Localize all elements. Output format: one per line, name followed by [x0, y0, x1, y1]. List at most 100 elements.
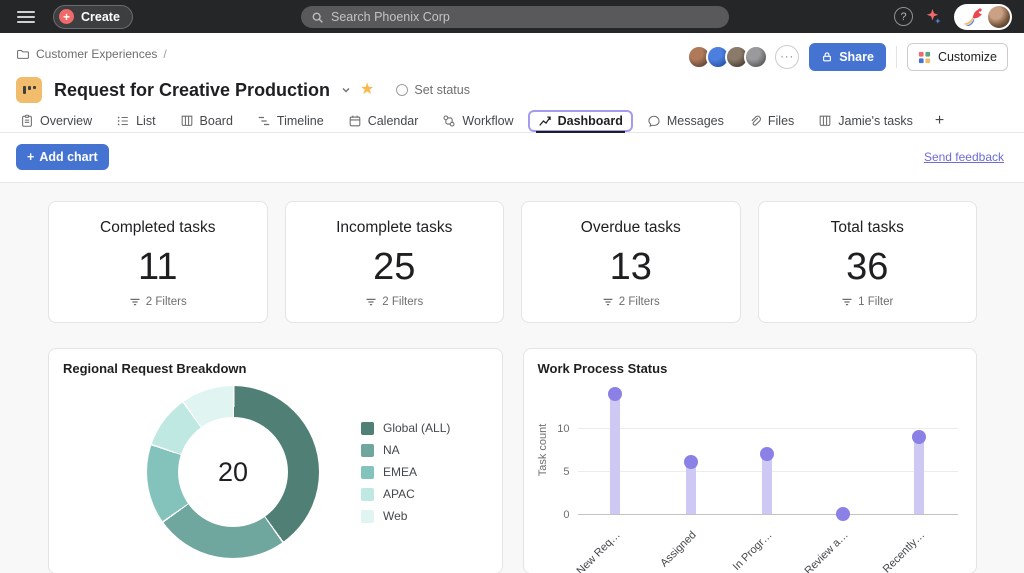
stat-filters: 1 Filter: [841, 296, 893, 308]
stat-title: Overdue tasks: [581, 219, 681, 237]
tab-board[interactable]: Board: [170, 110, 243, 132]
x-tick-label: Review a…: [769, 525, 843, 543]
lollipop-stem: [610, 394, 620, 514]
lollipop-dot[interactable]: [760, 447, 774, 461]
legend-label: APAC: [383, 487, 415, 501]
lollipop-dot[interactable]: [608, 387, 622, 401]
lollipop-stem: [762, 454, 772, 514]
legend-swatch: [361, 444, 374, 457]
stat-filters: 2 Filters: [365, 296, 423, 308]
stat-filters: 2 Filters: [602, 296, 660, 308]
favorite-star-icon[interactable]: ★: [360, 82, 374, 98]
stat-title: Total tasks: [831, 219, 904, 237]
user-pill[interactable]: [954, 4, 1012, 30]
stat-filters: 2 Filters: [129, 296, 187, 308]
stat-card-completed-tasks[interactable]: Completed tasks112 Filters: [48, 201, 268, 323]
add-chart-label: Add chart: [39, 150, 97, 164]
lollipop-stem: [914, 437, 924, 514]
send-feedback-link[interactable]: Send feedback: [924, 150, 1004, 164]
tab-overview[interactable]: Overview: [10, 110, 102, 132]
stat-title: Completed tasks: [100, 219, 215, 237]
stat-card-total-tasks[interactable]: Total tasks361 Filter: [758, 201, 978, 323]
phoenix-logo-icon: [960, 6, 986, 28]
donut-ring: 20: [147, 386, 319, 558]
legend-swatch: [361, 422, 374, 435]
plus-icon: +: [27, 150, 34, 164]
legend-label: Global (ALL): [383, 421, 450, 435]
tab-dashboard[interactable]: Dashboard: [528, 110, 633, 132]
breadcrumb-team[interactable]: Customer Experiences: [36, 47, 157, 61]
user-avatar: [988, 6, 1010, 28]
create-button-label: Create: [81, 10, 120, 24]
chat-icon: [647, 114, 661, 128]
legend-label: Web: [383, 509, 407, 523]
stat-card-overdue-tasks[interactable]: Overdue tasks132 Filters: [521, 201, 741, 323]
avatar-member-4[interactable]: [744, 45, 768, 69]
plus-icon: +: [59, 9, 74, 24]
legend-item: APAC: [361, 487, 450, 501]
legend-swatch: [361, 488, 374, 501]
dashboard-toolbar: + Add chart Send feedback: [0, 133, 1024, 183]
tab-workflow[interactable]: Workflow: [432, 110, 523, 132]
lollipop-dot[interactable]: [836, 507, 850, 521]
lollipop-chart-card[interactable]: Work Process Status Task count 0510New R…: [523, 348, 978, 573]
donut-chart-card[interactable]: Regional Request Breakdown 20 Global (AL…: [48, 348, 503, 573]
help-button[interactable]: ?: [894, 7, 913, 26]
lock-icon: [821, 51, 833, 63]
project-header: Customer Experiences / ··· Share: [0, 33, 1024, 183]
x-tick-label: Assigned: [617, 525, 691, 543]
filter-icon: [602, 296, 614, 308]
donut-chart-title: Regional Request Breakdown: [63, 361, 246, 376]
stat-value: 25: [373, 248, 415, 286]
tab-list[interactable]: List: [106, 110, 165, 132]
filter-icon: [365, 296, 377, 308]
search-icon: [311, 11, 324, 24]
lollipop-dot[interactable]: [912, 430, 926, 444]
lollipop-chart-title: Work Process Status: [538, 361, 668, 376]
share-button[interactable]: Share: [809, 43, 886, 71]
project-icon[interactable]: [16, 77, 42, 103]
breadcrumb[interactable]: Customer Experiences /: [16, 43, 167, 61]
legend-label: NA: [383, 443, 400, 457]
divider: [896, 46, 897, 68]
avatar-overflow-button[interactable]: ···: [775, 45, 799, 69]
sidebar-toggle-icon[interactable]: [17, 11, 35, 23]
tab-files[interactable]: Files: [738, 110, 804, 132]
set-status-button[interactable]: Set status: [396, 83, 470, 97]
stats-grid: Completed tasks112 FiltersIncomplete tas…: [48, 201, 977, 323]
folder-icon: [16, 47, 30, 61]
ai-sparkle-icon[interactable]: [925, 8, 942, 25]
list-icon: [116, 114, 130, 128]
create-button[interactable]: + Create: [53, 5, 133, 29]
breadcrumb-separator: /: [163, 47, 166, 61]
set-status-label: Set status: [414, 83, 470, 97]
stat-title: Incomplete tasks: [336, 219, 452, 237]
tab-timeline[interactable]: Timeline: [247, 110, 334, 132]
chevron-down-icon[interactable]: [340, 84, 352, 96]
tab-messages[interactable]: Messages: [637, 110, 734, 132]
global-search[interactable]: [301, 6, 729, 28]
tab-jamie-s-tasks[interactable]: Jamie's tasks: [808, 110, 923, 132]
member-avatars[interactable]: [687, 45, 768, 69]
legend-item: NA: [361, 443, 450, 457]
stat-card-incomplete-tasks[interactable]: Incomplete tasks 25 2 Filters: [285, 201, 505, 323]
donut-legend: Global (ALL) NA EMEA APAC Web: [361, 421, 450, 523]
legend-swatch: [361, 510, 374, 523]
donut-chart: 20: [147, 386, 319, 558]
board-icon: [818, 114, 832, 128]
lollipop-plot: 0510New Req…AssignedIn Progr…Review a…Re…: [578, 389, 958, 515]
tab-calendar[interactable]: Calendar: [338, 110, 429, 132]
customize-button[interactable]: Customize: [907, 43, 1008, 71]
top-bar: + Create ?: [0, 0, 1024, 33]
add-chart-button[interactable]: + Add chart: [16, 144, 109, 170]
lollipop-dot[interactable]: [684, 455, 698, 469]
y-tick-label: 0: [548, 509, 570, 521]
donut-total: 20: [218, 457, 248, 488]
donut-hole: 20: [178, 417, 288, 527]
search-input[interactable]: [331, 10, 719, 24]
add-tab-button[interactable]: +: [927, 112, 952, 130]
x-tick-label: In Progr…: [693, 525, 767, 543]
filter-icon: [129, 296, 141, 308]
legend-item: EMEA: [361, 465, 450, 479]
customize-grid-icon: [918, 51, 931, 64]
